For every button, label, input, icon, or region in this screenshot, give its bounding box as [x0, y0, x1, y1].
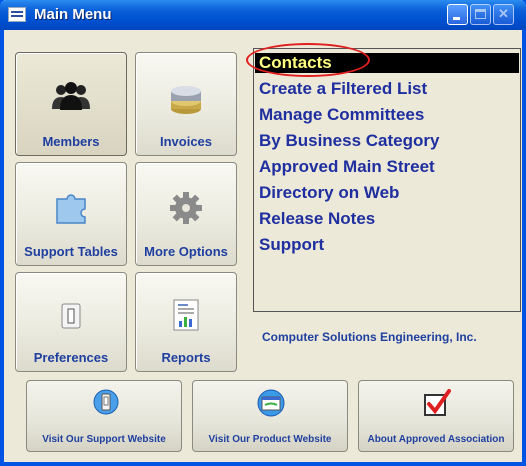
close-button[interactable]: [493, 4, 514, 25]
product-website-label: Visit Our Product Website: [208, 434, 332, 445]
checkmark-icon: [424, 389, 451, 416]
product-website-button[interactable]: Visit Our Product Website: [192, 380, 348, 452]
window-title: Main Menu: [34, 6, 112, 23]
report-icon: [173, 299, 199, 331]
menu-item-create-filtered-list[interactable]: Create a Filtered List: [259, 79, 427, 99]
window-list-icon: [8, 7, 26, 22]
support-tables-label: Support Tables: [24, 244, 118, 259]
quick-menu-list: Contacts Create a Filtered List Manage C…: [253, 48, 521, 312]
menu-item-by-business-category[interactable]: By Business Category: [259, 131, 439, 151]
menu-item-support[interactable]: Support: [259, 235, 324, 255]
browser-icon: [257, 389, 285, 417]
menu-item-manage-committees[interactable]: Manage Committees: [259, 105, 424, 125]
menu-item-approved-main-street[interactable]: Approved Main Street: [259, 157, 435, 177]
title-bar[interactable]: Main Menu: [0, 0, 526, 30]
menu-item-contacts[interactable]: Contacts: [255, 53, 519, 73]
reports-label: Reports: [161, 350, 211, 365]
people-icon: [52, 82, 90, 110]
gear-icon: [170, 192, 202, 224]
members-button[interactable]: Members: [15, 52, 127, 156]
invoices-label: Invoices: [159, 134, 213, 149]
support-website-label: Visit Our Support Website: [42, 434, 166, 445]
about-button[interactable]: About Approved Association: [358, 380, 514, 452]
minimize-button[interactable]: [447, 4, 468, 25]
more-options-button[interactable]: More Options: [135, 162, 237, 266]
switch-icon: [93, 389, 119, 415]
support-website-button[interactable]: Visit Our Support Website: [26, 380, 182, 452]
reports-button[interactable]: Reports: [135, 272, 237, 372]
support-tables-button[interactable]: Support Tables: [15, 162, 127, 266]
about-label: About Approved Association: [367, 434, 505, 445]
menu-item-release-notes[interactable]: Release Notes: [259, 209, 375, 229]
company-name: Computer Solutions Engineering, Inc.: [262, 330, 477, 344]
preferences-button[interactable]: Preferences: [15, 272, 127, 372]
invoices-button[interactable]: Invoices: [135, 52, 237, 156]
preferences-label: Preferences: [33, 350, 109, 365]
more-options-label: More Options: [144, 244, 228, 259]
menu-item-directory-on-web[interactable]: Directory on Web: [259, 183, 399, 203]
switch-icon: [61, 303, 81, 329]
members-label: Members: [42, 134, 100, 149]
maximize-button[interactable]: [470, 4, 491, 25]
coins-icon: [171, 86, 201, 114]
puzzle-icon: [56, 194, 86, 224]
